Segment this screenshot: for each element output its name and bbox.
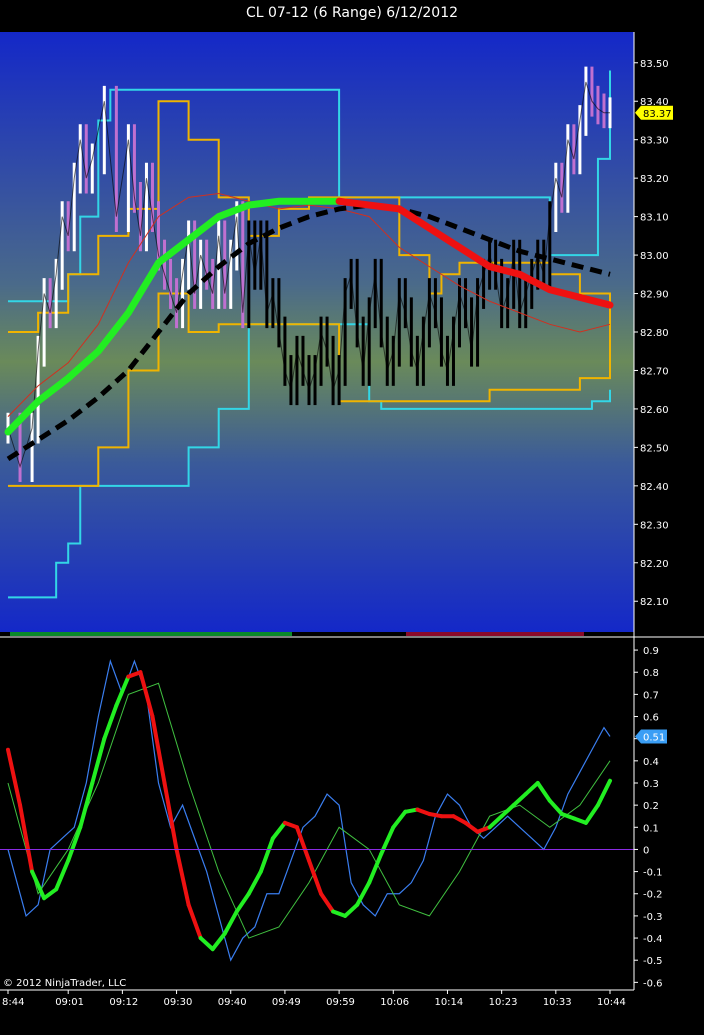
price-tick-label: 82.50 (640, 443, 669, 454)
price-tick-label: 83.50 (640, 59, 669, 70)
price-tick-label: 82.30 (640, 520, 669, 531)
copyright-text: © 2012 NinjaTrader, LLC (3, 978, 126, 989)
time-tick-label: 09:30 (164, 997, 193, 1008)
osc-tick-label: 0.9 (643, 646, 659, 657)
time-tick-label: 09:49 (272, 997, 301, 1008)
time-tick-label: 10:44 (597, 997, 626, 1008)
time-tick-label: 8:44 (2, 997, 24, 1008)
oscillator-panel-background (0, 639, 634, 989)
osc-tick-label: 0.1 (643, 823, 659, 834)
last-price-badge: 83.37 (635, 105, 673, 120)
price-tick-label: 82.20 (640, 559, 669, 570)
last-oscillator-label: 0.51 (643, 732, 665, 743)
time-tick-label: 10:33 (543, 997, 572, 1008)
price-tick-label: 82.70 (640, 366, 669, 377)
osc-tick-label: -0.3 (643, 912, 663, 923)
osc-tick-label: 0.8 (643, 668, 659, 679)
price-tick-label: 83.20 (640, 174, 669, 185)
time-tick-label: 09:01 (55, 997, 84, 1008)
osc-tick-label: 0.4 (643, 757, 659, 768)
time-tick-label: 09:59 (326, 997, 355, 1008)
osc-tick-label: 0.3 (643, 779, 659, 790)
osc-tick-label: 0 (643, 845, 649, 856)
osc-tick-label: -0.6 (643, 978, 663, 989)
price-tick-label: 82.10 (640, 597, 669, 608)
time-tick-label: 10:14 (434, 997, 463, 1008)
osc-tick-label: 0.2 (643, 801, 659, 812)
oscillator-panel[interactable]: 0.90.80.70.60.50.40.30.20.10-0.1-0.2-0.3… (0, 639, 667, 989)
price-tick-label: 82.40 (640, 482, 669, 493)
time-tick-label: 10:06 (380, 997, 409, 1008)
price-panel[interactable]: 83.5083.4083.3083.2083.1083.0082.9082.80… (0, 32, 673, 636)
price-tick-label: 82.90 (640, 290, 669, 301)
trend-strip-down (406, 632, 584, 636)
osc-tick-label: 0.6 (643, 713, 659, 724)
chart-canvas[interactable]: 83.5083.4083.3083.2083.1083.0082.9082.80… (0, 0, 704, 1035)
price-panel-background (0, 32, 634, 632)
trend-strip-up (10, 632, 292, 636)
price-axis: 83.5083.4083.3083.2083.1083.0082.9082.80… (634, 59, 669, 608)
time-tick-label: 09:40 (218, 997, 247, 1008)
last-price-label: 83.37 (643, 109, 672, 120)
osc-tick-label: -0.2 (643, 890, 663, 901)
osc-tick-label: -0.5 (643, 956, 663, 967)
osc-tick-label: -0.4 (643, 934, 663, 945)
osc-tick-label: 0.7 (643, 690, 659, 701)
price-tick-label: 83.30 (640, 136, 669, 147)
price-tick-label: 83.10 (640, 213, 669, 224)
price-tick-label: 83.00 (640, 251, 669, 262)
osc-tick-label: -0.1 (643, 868, 663, 879)
time-tick-label: 09:12 (109, 997, 138, 1008)
time-axis: 8:44 09:01 09:12 09:30 09:40 09:49 09:59 10:06 1… (2, 990, 626, 1008)
price-tick-label: 82.80 (640, 328, 669, 339)
last-osc-badge: 0.51 (635, 729, 667, 744)
price-tick-label: 82.60 (640, 405, 669, 416)
time-tick-label: 10:23 (489, 997, 518, 1008)
